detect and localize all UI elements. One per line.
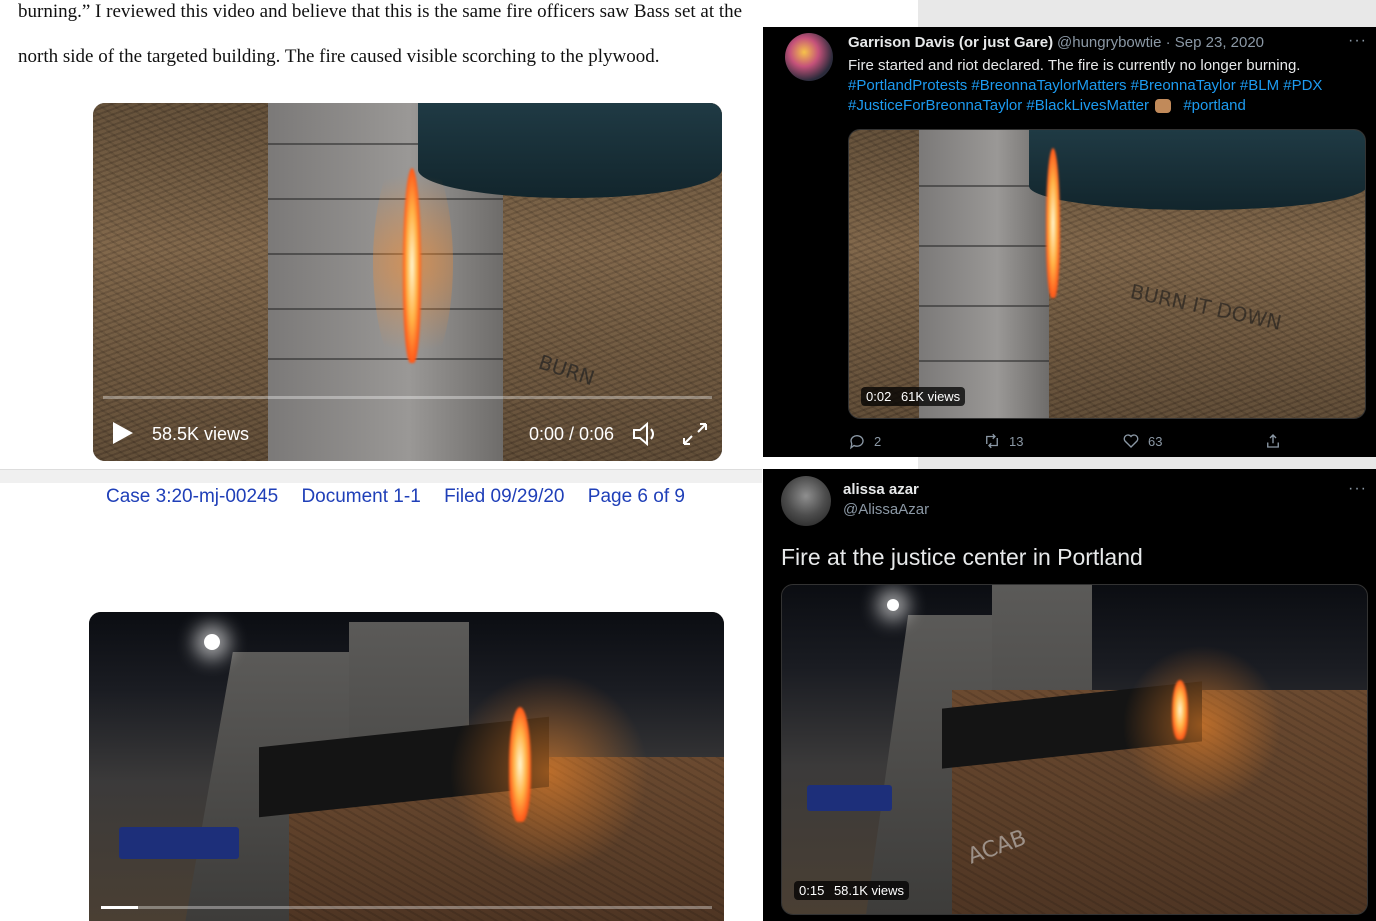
- reply-button[interactable]: 2: [848, 432, 881, 450]
- tweet-video-garrison[interactable]: BURN IT DOWN 0:02 61K views: [848, 129, 1366, 419]
- video-progress-fill: [101, 906, 138, 909]
- hashtags-line-1[interactable]: #PortlandProtests #BreonnaTaylorMatters …: [848, 76, 1368, 96]
- tweet-body: Fire started and riot declared. The fire…: [848, 57, 1301, 74]
- author-handle[interactable]: @AlissaAzar: [843, 501, 929, 518]
- case-header: Case 3:20-mj-00245 Document 1-1 Filed 09…: [106, 486, 703, 508]
- tweet-body: Fire at the justice center in Portland: [781, 544, 1143, 570]
- like-count: 63: [1148, 433, 1163, 449]
- video-time: 0:15: [799, 883, 825, 898]
- avatar[interactable]: [781, 476, 831, 526]
- document-number: Document 1-1: [301, 486, 421, 507]
- author-handle-date[interactable]: @hungrybowtie · Sep 23, 2020: [1057, 34, 1264, 51]
- view-count: 58.5K views: [152, 424, 250, 444]
- blue-awning: [119, 827, 239, 859]
- view-count: 58.1K views: [833, 883, 905, 898]
- heart-icon: [1123, 434, 1139, 448]
- video-progress-track[interactable]: [101, 906, 712, 909]
- blue-awning: [807, 785, 892, 811]
- video-progress-track[interactable]: [103, 396, 712, 399]
- retweet-button[interactable]: 13: [983, 432, 1023, 450]
- tweet-text: Fire started and riot declared. The fire…: [848, 56, 1368, 116]
- street-lamp: [204, 634, 220, 650]
- building-awning: [1029, 130, 1365, 210]
- hashtags-line-2[interactable]: #JusticeForBreonnaTaylor #BlackLivesMatt…: [848, 97, 1149, 114]
- background-strip: [918, 457, 1376, 469]
- filed-date: Filed 09/29/20: [444, 486, 565, 507]
- page-number: Page 6 of 9: [587, 486, 685, 507]
- retweet-icon: [986, 433, 998, 449]
- more-horizontal-icon[interactable]: ···: [1348, 480, 1367, 498]
- share-button[interactable]: [1264, 432, 1282, 450]
- video-player-bottom-left[interactable]: [89, 612, 724, 921]
- fire-flame: [403, 168, 421, 363]
- fist-emoji-icon: [1155, 99, 1172, 114]
- author-name[interactable]: alissa azar: [843, 481, 919, 498]
- retweet-count: 13: [1009, 433, 1024, 449]
- avatar[interactable]: [785, 33, 833, 81]
- building-awning: [418, 103, 722, 198]
- author-name[interactable]: Garrison Davis (or just Gare): [848, 34, 1053, 51]
- expand-icon[interactable]: [681, 421, 709, 447]
- tweet-garrison[interactable]: Garrison Davis (or just Gare) @hungrybow…: [763, 27, 1376, 457]
- like-button[interactable]: 63: [1122, 432, 1162, 450]
- video-time: 0:00 / 0:06: [529, 424, 615, 444]
- view-count: 61K views: [900, 389, 961, 404]
- share-icon: [1267, 434, 1279, 448]
- fire-flame: [1046, 148, 1060, 298]
- video-time: 0:02: [866, 389, 892, 404]
- volume-icon[interactable]: [631, 421, 661, 447]
- fire-flame: [1172, 680, 1188, 740]
- case-number: Case 3:20-mj-00245: [106, 486, 279, 507]
- reply-count: 2: [874, 433, 882, 449]
- video-time-badge: 0:15 58.1K views: [794, 881, 910, 900]
- page-divider: [0, 469, 762, 483]
- document-text-line-1: burning.” I reviewed this video and beli…: [18, 1, 743, 22]
- more-horizontal-icon[interactable]: ···: [1348, 32, 1367, 50]
- play-icon[interactable]: [113, 422, 133, 444]
- tweet-video-alissa[interactable]: ACAB 0:15 58.1K views: [781, 584, 1368, 915]
- document-text-line-2: north side of the targeted building. The…: [18, 46, 660, 67]
- hashtag-portland[interactable]: #portland: [1183, 97, 1246, 114]
- street-lamp: [887, 599, 899, 611]
- video-player-top-left[interactable]: BURN 58.5K views 0:00 / 0:06: [93, 103, 722, 461]
- fire-flame: [509, 707, 531, 822]
- reply-icon: [849, 435, 864, 450]
- video-time-badge: 0:02 61K views: [861, 387, 966, 406]
- tweet-alissa[interactable]: alissa azar @AlissaAzar ··· Fire at the …: [763, 469, 1376, 921]
- background-strip: [918, 0, 1376, 27]
